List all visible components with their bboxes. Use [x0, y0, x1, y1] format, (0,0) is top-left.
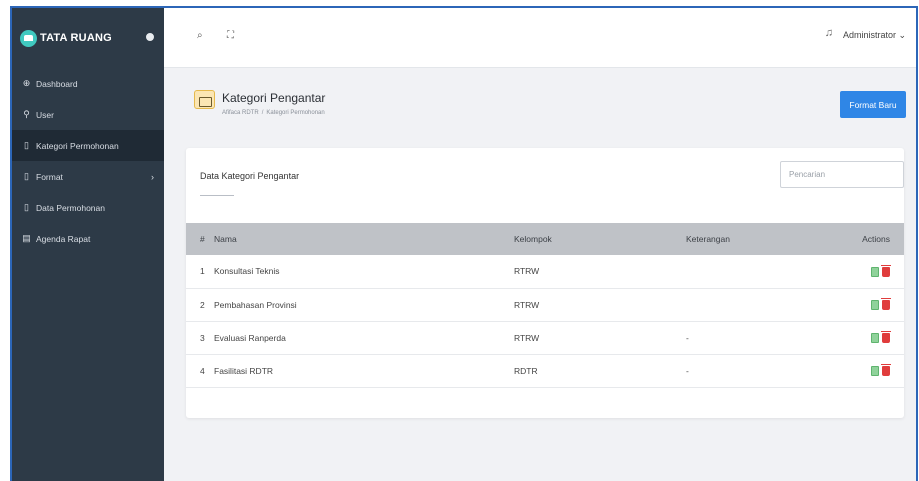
table-row: 3 Evaluasi Ranperda RTRW - [186, 321, 904, 355]
column-header-kelompok[interactable]: Kelompok [514, 223, 686, 255]
page-header: Kategori Pengantar Afifaca RDTR / Kategori… [164, 68, 916, 150]
sidebar-item-label: Dashboard [36, 78, 78, 89]
table-header-row: # Nama Kelompok Keterangan Actions [186, 223, 904, 255]
logo-icon [20, 29, 37, 47]
sidebar-item-label: Format [36, 171, 63, 182]
document-icon: ▯ [24, 202, 29, 212]
edit-icon[interactable] [871, 332, 879, 343]
trash-icon[interactable] [881, 297, 891, 310]
sidebar-item-label: Data Permohonan [36, 202, 105, 213]
cell-kelompok: RDTR [514, 354, 686, 388]
cell-no: 1 [186, 255, 214, 289]
cell-keterangan: - [686, 321, 856, 355]
cell-kelompok: RTRW [514, 288, 686, 322]
sidebar-item-format[interactable]: ▯ Format › [12, 161, 164, 192]
cell-nama: Evaluasi Ranperda [214, 321, 514, 355]
bell-icon[interactable]: ♫ [825, 27, 833, 39]
sidebar-nav: ⊕ Dashboard ⚲ User ▯ Kategori Permohonan… [12, 68, 164, 254]
column-header-nama[interactable]: Nama [214, 223, 514, 255]
dashboard-icon: ⊕ [22, 78, 31, 88]
cell-actions [856, 354, 904, 388]
cell-nama: Fasilitasi RDTR [214, 354, 514, 388]
cell-no: 4 [186, 354, 214, 388]
app-window: TATA RUANG ⊕ Dashboard ⚲ User ▯ Kategori… [10, 6, 918, 481]
edit-icon[interactable] [871, 299, 879, 310]
document-icon: ▯ [24, 171, 29, 181]
column-header-keterangan[interactable]: Keterangan [686, 223, 856, 255]
sidebar-item-label: Agenda Rapat [36, 233, 91, 244]
cell-keterangan [686, 288, 856, 322]
data-table: # Nama Kelompok Keterangan Actions 1 Kon… [186, 223, 904, 388]
brand-name: TATA RUANG [40, 32, 112, 44]
breadcrumb-item-current: Kategori Permohonan [266, 110, 325, 116]
cell-nama: Konsultasi Teknis [214, 255, 514, 289]
search-icon[interactable]: ⌕ [197, 30, 203, 41]
fullscreen-icon[interactable]: ⛶ [227, 30, 234, 41]
cell-actions [856, 321, 904, 355]
sidebar-item-label: Kategori Permohonan [36, 140, 119, 151]
document-icon: ▯ [24, 140, 29, 150]
folder-icon [194, 90, 215, 109]
column-header-no: # [186, 223, 214, 255]
page-title: Kategori Pengantar [222, 91, 326, 105]
table-row: 2 Pembahasan Provinsi RTRW [186, 288, 904, 322]
cell-keterangan: - [686, 354, 856, 388]
table-row: 1 Konsultasi Teknis RTRW [186, 255, 904, 289]
cell-actions [856, 288, 904, 322]
calendar-icon: ▤ [22, 233, 31, 243]
breadcrumb: Afifaca RDTR / Kategori Permohonan [222, 110, 325, 116]
edit-icon[interactable] [871, 266, 879, 277]
cell-actions [856, 255, 904, 289]
sidebar: TATA RUANG ⊕ Dashboard ⚲ User ▯ Kategori… [12, 8, 164, 481]
cell-kelompok: RTRW [514, 321, 686, 355]
cell-no: 3 [186, 321, 214, 355]
trash-icon[interactable] [881, 330, 891, 343]
user-menu[interactable]: Administrator ⌄ [843, 30, 906, 41]
brand[interactable]: TATA RUANG [12, 8, 164, 68]
topbar: ⌕ ⛶ ♫ Administrator ⌄ [164, 8, 916, 68]
sidebar-item-kategori-permohonan[interactable]: ▯ Kategori Permohonan [12, 130, 164, 161]
cell-nama: Pembahasan Provinsi [214, 288, 514, 322]
sidebar-item-data-permohonan[interactable]: ▯ Data Permohonan [12, 192, 164, 223]
sidebar-item-dashboard[interactable]: ⊕ Dashboard [12, 68, 164, 99]
search-input[interactable] [780, 161, 904, 188]
trash-icon[interactable] [881, 363, 891, 376]
cell-keterangan [686, 255, 856, 289]
breadcrumb-item[interactable]: Afifaca RDTR [222, 110, 259, 116]
trash-icon[interactable] [881, 264, 891, 277]
cell-no: 2 [186, 288, 214, 322]
sidebar-item-agenda-rapat[interactable]: ▤ Agenda Rapat [12, 223, 164, 254]
user-icon: ⚲ [23, 109, 30, 119]
table-row: 4 Fasilitasi RDTR RDTR - [186, 354, 904, 388]
column-header-actions: Actions [856, 223, 904, 255]
cell-kelompok: RTRW [514, 255, 686, 289]
add-format-button[interactable]: Format Baru [840, 91, 906, 118]
sidebar-toggle-icon[interactable] [146, 33, 154, 41]
title-underline [200, 195, 234, 196]
breadcrumb-separator: / [261, 110, 264, 116]
card-title: Data Kategori Pengantar [200, 171, 300, 181]
data-card: Data Kategori Pengantar # Nama Kelompok … [186, 148, 904, 418]
sidebar-item-user[interactable]: ⚲ User [12, 99, 164, 130]
sidebar-item-label: User [36, 109, 54, 120]
chevron-right-icon: › [151, 171, 154, 182]
edit-icon[interactable] [871, 365, 879, 376]
